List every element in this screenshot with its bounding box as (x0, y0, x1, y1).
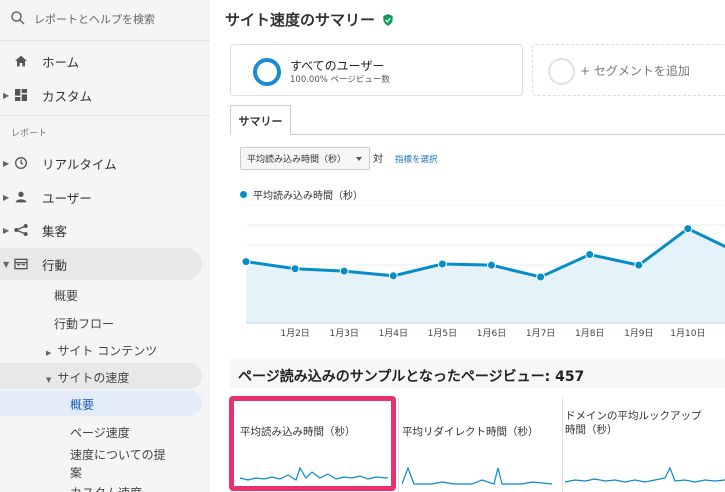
nav-custom-label: カスタム (42, 88, 93, 104)
divider (0, 115, 210, 116)
search-input[interactable]: レポートとヘルプを検索 (34, 11, 155, 27)
chart-data-point (634, 260, 644, 270)
nav-speed-overview[interactable]: 概要 (70, 396, 94, 413)
nav-acquisition[interactable]: ▶ 集客 (0, 214, 210, 246)
caret-right-icon: ▶ (3, 192, 10, 202)
empty-segment-ring-icon (548, 58, 575, 85)
nav-realtime-label: リアルタイム (42, 156, 117, 172)
analytics-app: レポートとヘルプを検索 ホーム ▶ カスタム レポート ▶ リアルタイム ▶ ユ… (0, 0, 725, 492)
segment-subtext: 100.00% ページビュー数 (290, 75, 390, 85)
vs-label: 対 (373, 154, 383, 165)
chart-tick-label: 1月3日 (329, 328, 358, 339)
main-content: サイト速度のサマリー すべてのユーザー 100.00% ページビュー数 + セグ… (212, 0, 725, 492)
nav-users[interactable]: ▶ ユーザー (0, 181, 210, 213)
segment-card[interactable]: すべてのユーザー 100.00% ページビュー数 (230, 44, 523, 96)
metric-card-label: ドメインの平均ルックアップ (565, 410, 702, 422)
dashboard-icon (15, 89, 27, 101)
chart-data-point (339, 266, 349, 276)
nav-behavior-label: 行動 (42, 257, 68, 273)
metric-card-label: 平均リダイレクト時間（秒） (402, 426, 539, 438)
chart-data-point (437, 259, 447, 269)
page-title-text: サイト速度のサマリー (225, 11, 376, 29)
metric-card-domain-lookup[interactable]: ドメインの平均ルックアップ 時間（秒） (565, 403, 725, 489)
caret-down-icon: ▼ (46, 376, 52, 384)
card-divider (398, 398, 399, 492)
segment-ring-icon (253, 58, 281, 86)
behavior-icon (14, 258, 28, 270)
nav-realtime[interactable]: ▶ リアルタイム (0, 147, 210, 179)
search-box[interactable]: レポートとヘルプを検索 (0, 0, 210, 38)
nav-site-content[interactable]: ▶ サイト コンテンツ (46, 342, 157, 359)
chart-tick-label: 1月8日 (575, 328, 604, 339)
chart-data-point (487, 260, 496, 270)
nav-acquisition-label: 集客 (42, 223, 68, 239)
add-segment-label: + セグメントを追加 (580, 64, 690, 78)
chart-data-point (585, 250, 595, 260)
chart-data-point (290, 264, 300, 274)
card-divider (562, 398, 563, 492)
highlight-box (229, 396, 396, 491)
nav-behavior-flow[interactable]: 行動フロー (54, 315, 114, 332)
add-segment-button[interactable]: + セグメントを追加 (532, 44, 725, 96)
chart-data-point (388, 271, 398, 281)
nav-page-timings[interactable]: ページ速度 (70, 424, 130, 441)
metric-card-redirect-time[interactable]: 平均リダイレクト時間（秒） (402, 403, 552, 489)
chart-tick-label: 1月4日 (379, 328, 408, 339)
segment-name: すべてのユーザー (290, 59, 385, 73)
sidebar: レポートとヘルプを検索 ホーム ▶ カスタム レポート ▶ リアルタイム ▶ ユ… (0, 0, 210, 492)
chart-tick-label: 1月9日 (624, 328, 653, 339)
search-icon (11, 11, 25, 25)
nav-speed-suggestions[interactable]: 速度についての提 (70, 446, 166, 463)
chart-data-point (536, 272, 546, 282)
nav-home[interactable]: ホーム (0, 45, 210, 77)
nav-speed-suggestions-cont[interactable]: 案 (70, 464, 82, 481)
verified-check-icon (383, 13, 393, 26)
caret-right-icon: ▶ (3, 225, 10, 235)
caret-right-icon: ▶ (3, 90, 10, 100)
metric-dropdown-value: 平均読み込み時間（秒） (247, 155, 347, 165)
home-icon (15, 55, 27, 67)
sample-title: ページ読み込みのサンプルとなったページビュー: 457 (238, 369, 585, 385)
nav-home-label: ホーム (42, 54, 80, 70)
sparkline-redirect-time (402, 466, 552, 485)
caret-right-icon: ▶ (3, 158, 10, 168)
line-chart[interactable]: 1月2日 1月3日 1月4日 1月5日 1月6日 1月7日 1月8日 1月9日 1月10日 (212, 205, 725, 345)
page-title: サイト速度のサマリー (225, 9, 395, 30)
legend-label: 平均読み込み時間（秒） (253, 191, 363, 202)
nav-speed-overview-row[interactable] (0, 390, 202, 416)
dropdown-arrow-icon (356, 157, 362, 161)
nav-custom-speed[interactable]: カスタム速度 (70, 484, 142, 492)
chart-data-point (683, 224, 693, 234)
person-icon (15, 191, 27, 203)
metric-card-label-cont: 時間（秒） (565, 424, 618, 436)
select-metric-link[interactable]: 指標を選択 (395, 153, 438, 165)
nav-site-speed[interactable]: ▼ サイトの速度 (46, 369, 129, 386)
nav-site-speed-label: サイトの速度 (57, 371, 130, 385)
sparkline-domain-lookup (565, 466, 725, 483)
nav-users-label: ユーザー (42, 190, 92, 206)
nav-behavior-overview[interactable]: 概要 (54, 287, 78, 304)
caret-down-icon: ▼ (3, 259, 10, 269)
chart-tick-label: 1月10日 (670, 328, 705, 339)
section-label: レポート (11, 129, 48, 139)
divider (0, 40, 210, 41)
tab-divider (230, 134, 725, 135)
chart-legend: 平均読み込み時間（秒） (240, 187, 363, 202)
legend-dot-icon (240, 191, 247, 198)
nav-behavior[interactable]: ▼ 行動 (0, 248, 202, 280)
chart-tick-label: 1月2日 (280, 328, 309, 339)
caret-right-icon: ▶ (46, 349, 52, 357)
chart-data-point (241, 257, 251, 267)
nav-site-content-label: サイト コンテンツ (57, 344, 158, 358)
chart-tick-label: 1月5日 (428, 328, 457, 339)
chart-tick-label: 1月6日 (477, 328, 506, 339)
nav-custom[interactable]: ▶ カスタム (0, 79, 210, 111)
chart-tick-label: 1月7日 (526, 328, 555, 339)
metric-dropdown[interactable]: 平均読み込み時間（秒） (240, 147, 370, 170)
acquisition-icon (14, 224, 28, 236)
tab-summary[interactable]: サマリー (230, 105, 291, 135)
clock-icon (15, 157, 27, 169)
chart-area-fill (246, 228, 725, 323)
